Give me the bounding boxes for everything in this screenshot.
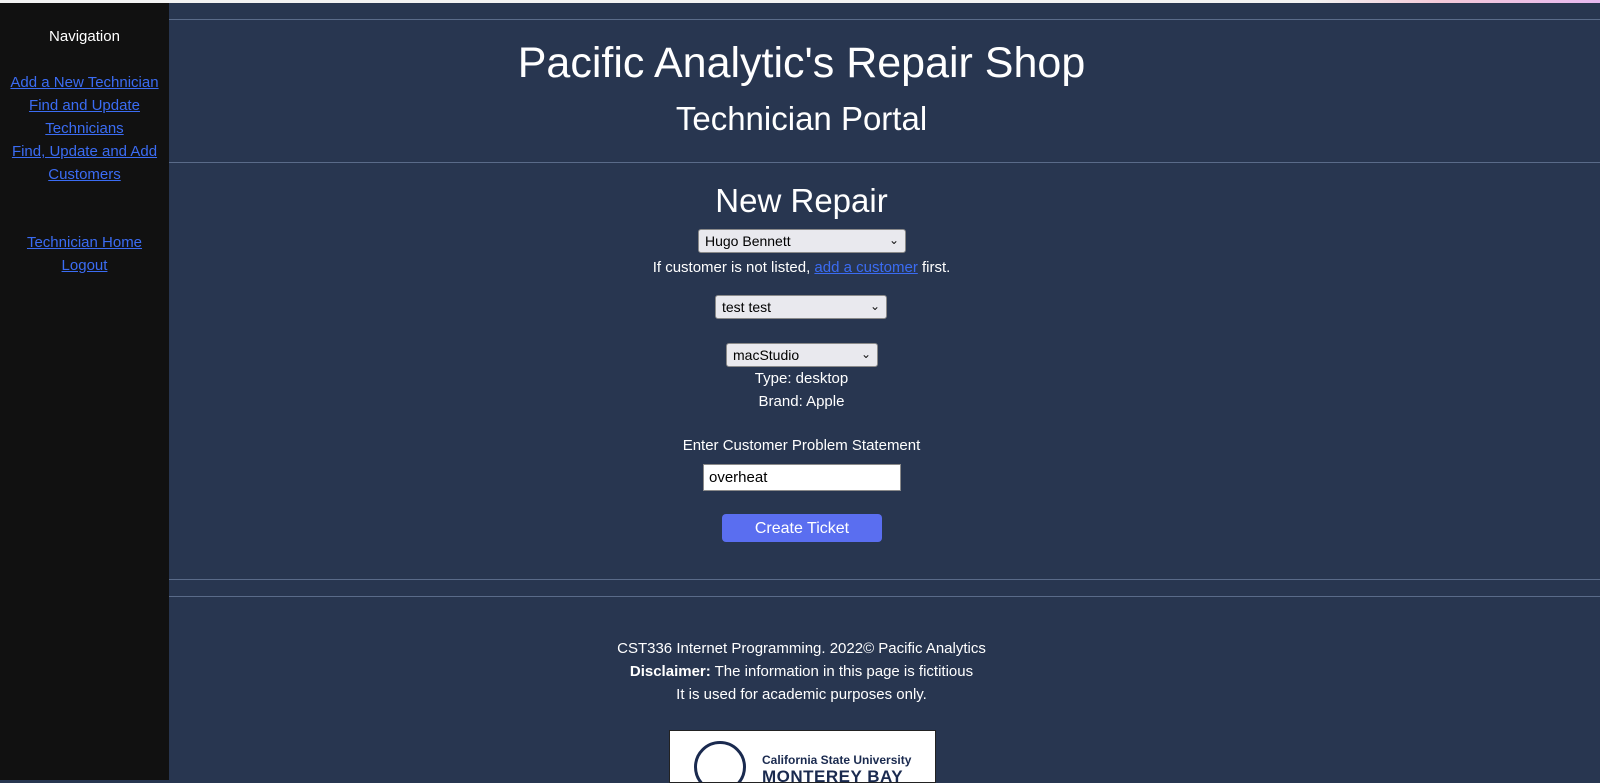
main-content: Pacific Analytic's Repair Shop Technicia… (169, 3, 1600, 783)
university-logo: California State University MONTEREY BAY (669, 730, 936, 783)
customer-note-suffix: first. (917, 259, 951, 276)
sidebar-link-find-update-technicians[interactable]: Find and Update Technicians (0, 94, 169, 140)
create-ticket-button[interactable]: Create Ticket (722, 514, 882, 542)
customer-select[interactable]: Hugo Bennett ⌄ (698, 229, 906, 253)
chevron-down-icon: ⌄ (860, 347, 871, 361)
problem-label: Enter Customer Problem Statement (682, 437, 921, 454)
otter-seal-icon (694, 741, 746, 782)
sidebar-link-label: Technicians (45, 120, 124, 137)
footer-copyright: CST336 Internet Programming. 2022© Pacif… (617, 640, 986, 657)
sidebar-link-add-technician[interactable]: Add a New Technician (0, 71, 169, 94)
sidebar-link-label: Find and Update (29, 97, 140, 114)
disclaimer-label: Disclaimer: (629, 663, 711, 680)
add-customer-link[interactable]: add a customer (814, 259, 917, 276)
form-title: New Repair (715, 182, 888, 219)
chevron-down-icon: ⌄ (888, 233, 899, 247)
device-select[interactable]: macStudio ⌄ (726, 343, 878, 367)
sidebar-link-label: Find, Update and Add (11, 143, 158, 160)
footer-disclaimer: Disclaimer: The information in this page… (169, 663, 1434, 680)
technician-select[interactable]: test test ⌄ (715, 295, 887, 319)
sidebar-link-label: Add a New Technician (10, 74, 159, 91)
divider (169, 162, 1600, 163)
sidebar-link-find-update-add-customers[interactable]: Find, Update and Add Customers (0, 140, 169, 186)
device-brand: Brand: Apple (758, 393, 845, 410)
sidebar-link-label: Customers (48, 166, 121, 183)
sidebar-title: Navigation (49, 28, 120, 45)
page-title: Pacific Analytic's Repair Shop (517, 39, 1086, 87)
sidebar: Navigation Add a New Technician Find and… (0, 3, 169, 780)
page-subtitle: Technician Portal (675, 100, 928, 137)
customer-select-value: Hugo Bennett (705, 233, 791, 249)
logo-text-campus: MONTEREY BAY (762, 767, 904, 783)
problem-statement-input[interactable]: overheat (703, 464, 901, 491)
customer-note-prefix: If customer is not listed, (652, 259, 815, 276)
customer-note: If customer is not listed, add a custome… (169, 259, 1434, 276)
device-select-value: macStudio (733, 347, 800, 363)
sidebar-links: Add a New Technician Find and Update Tec… (0, 71, 169, 186)
divider (169, 579, 1600, 580)
footer-academic-note: It is used for academic purposes only. (676, 686, 927, 703)
divider (169, 596, 1600, 597)
chevron-down-icon: ⌄ (869, 299, 880, 313)
disclaimer-text: The information in this page is fictitio… (710, 663, 974, 680)
device-type: Type: desktop (754, 370, 849, 387)
technician-select-value: test test (722, 299, 772, 315)
sidebar-bottom-links: Technician Home Logout (0, 231, 169, 277)
logo-text-university: California State University (762, 753, 912, 767)
sidebar-link-technician-home[interactable]: Technician Home (0, 231, 169, 254)
divider (169, 19, 1600, 20)
sidebar-link-logout[interactable]: Logout (0, 254, 169, 277)
